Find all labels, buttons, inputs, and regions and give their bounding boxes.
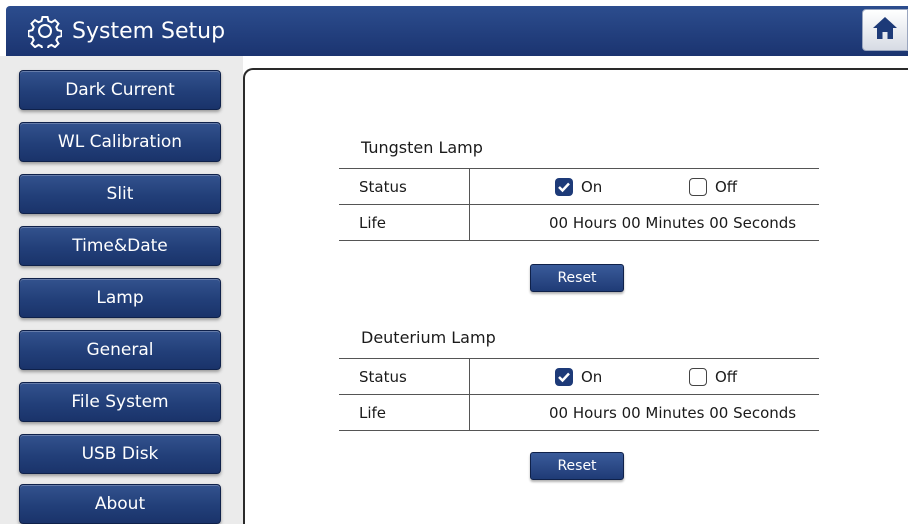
deuterium-off-checkbox[interactable] — [689, 368, 707, 386]
checkmark-icon — [558, 372, 570, 383]
home-icon — [872, 16, 898, 44]
tungsten-on-checkbox[interactable] — [555, 178, 573, 196]
sidebar-item-file-system[interactable]: File System — [19, 382, 221, 422]
sidebar-item-dark-current[interactable]: Dark Current — [19, 70, 221, 110]
sidebar-item-slit[interactable]: Slit — [19, 174, 221, 214]
column-divider — [469, 169, 470, 205]
checkmark-icon — [558, 182, 570, 193]
column-divider — [469, 359, 470, 395]
sidebar-item-wl-calibration[interactable]: WL Calibration — [19, 122, 221, 162]
gear-icon — [26, 12, 64, 50]
column-divider — [469, 395, 470, 431]
page-title: System Setup — [72, 18, 226, 44]
status-label: Status — [359, 368, 407, 386]
tungsten-life-value: 00 Hours 00 Minutes 00 Seconds — [549, 214, 797, 232]
sidebar-item-time-date[interactable]: Time&Date — [19, 226, 221, 266]
off-label: Off — [715, 178, 738, 196]
sidebar-item-usb-disk[interactable]: USB Disk — [19, 434, 221, 474]
tungsten-reset-button[interactable]: Reset — [530, 264, 624, 292]
table-row: Status On Off — [339, 359, 819, 395]
on-label: On — [581, 178, 603, 196]
tungsten-lamp-table: Status On Off Life 00 Hours 00 Minutes 0… — [339, 168, 819, 241]
on-label: On — [581, 368, 603, 386]
title-bar: System Setup — [6, 6, 908, 56]
lamp-settings-panel: Tungsten Lamp Status On Off Life 00 Hour… — [243, 68, 908, 524]
deuterium-on-checkbox[interactable] — [555, 368, 573, 386]
tungsten-off-checkbox[interactable] — [689, 178, 707, 196]
deuterium-life-value: 00 Hours 00 Minutes 00 Seconds — [549, 404, 797, 422]
life-label: Life — [359, 404, 387, 422]
deuterium-reset-button[interactable]: Reset — [530, 452, 624, 480]
table-row: Status On Off — [339, 169, 819, 205]
sidebar-item-general[interactable]: General — [19, 330, 221, 370]
deuterium-lamp-table: Status On Off Life 00 Hours 00 Minutes 0… — [339, 358, 819, 431]
deuterium-lamp-title: Deuterium Lamp — [361, 328, 496, 347]
column-divider — [469, 205, 470, 241]
table-row: Life 00 Hours 00 Minutes 00 Seconds — [339, 205, 819, 241]
tungsten-lamp-title: Tungsten Lamp — [361, 138, 483, 157]
status-label: Status — [359, 178, 407, 196]
sidebar-item-about[interactable]: About — [19, 484, 221, 524]
home-button[interactable] — [862, 9, 908, 51]
life-label: Life — [359, 214, 387, 232]
sidebar: Dark Current WL Calibration Slit Time&Da… — [0, 56, 243, 524]
table-row: Life 00 Hours 00 Minutes 00 Seconds — [339, 395, 819, 431]
off-label: Off — [715, 368, 738, 386]
sidebar-item-lamp[interactable]: Lamp — [19, 278, 221, 318]
